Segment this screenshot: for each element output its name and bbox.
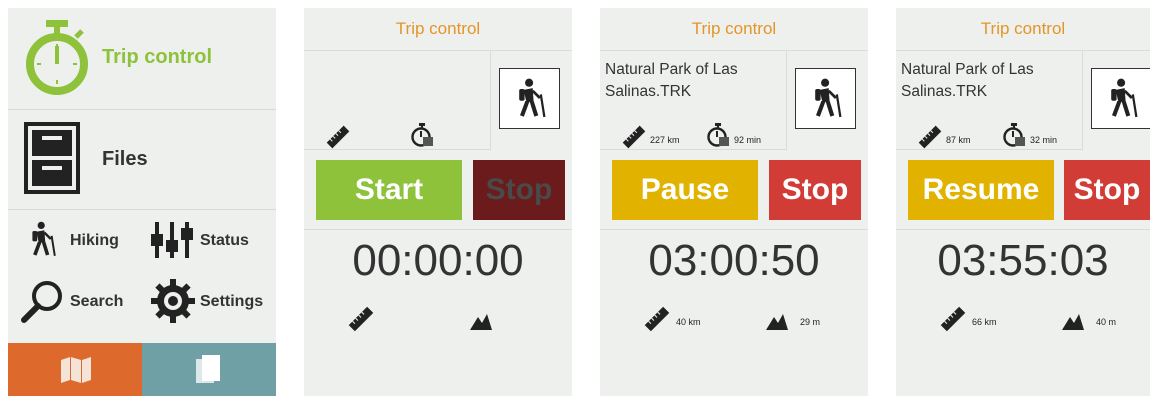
ruler-icon <box>918 125 942 149</box>
start-button[interactable]: Start <box>316 160 462 220</box>
stop-button[interactable]: Stop <box>769 160 861 220</box>
menu-hiking[interactable]: Hiking <box>8 210 142 270</box>
activity-hiking-button[interactable] <box>499 68 560 129</box>
activity-hiking-button[interactable] <box>795 68 856 129</box>
hiker-icon <box>26 221 58 257</box>
track-duration: 92 min <box>734 135 762 145</box>
stop-button[interactable]: Stop <box>1064 160 1150 220</box>
ruler-icon <box>940 306 966 332</box>
hiker-icon <box>1104 77 1140 119</box>
screen-header: Trip control <box>304 8 572 51</box>
trip-distance: 40 km <box>676 317 701 327</box>
screen-header: Trip control <box>600 8 868 51</box>
trip-elevation: 40 m <box>1096 317 1117 327</box>
menu-trip-control-label: Trip control <box>102 46 212 68</box>
elevation-icon <box>1060 308 1086 332</box>
trip-info-box <box>304 51 491 150</box>
map-tab[interactable] <box>8 343 142 396</box>
trip-control-screen-paused: Trip control Natural Park of Las Salinas… <box>896 8 1150 396</box>
ruler-icon <box>326 125 350 149</box>
divider <box>600 229 868 230</box>
menu-files[interactable]: Files <box>8 110 276 210</box>
trip-timer: 03:55:03 <box>937 236 1109 285</box>
trip-elevation: 29 m <box>800 317 821 327</box>
stopwatch-icon <box>410 123 434 147</box>
menu-status[interactable]: Status <box>142 210 276 270</box>
file-cabinet-icon <box>24 122 80 194</box>
menu-hiking-label: Hiking <box>70 232 119 249</box>
elevation-icon <box>468 308 494 332</box>
menu-status-label: Status <box>200 232 249 249</box>
search-icon <box>21 281 62 323</box>
hiker-icon <box>512 77 548 119</box>
stopwatch-icon <box>706 123 730 147</box>
menu-search-label: Search <box>70 293 124 310</box>
track-distance: 87 km <box>946 135 971 145</box>
trip-timer: 00:00:00 <box>352 236 524 285</box>
activity-hiking-button[interactable] <box>1091 68 1150 129</box>
trip-info-box: Natural Park of Las Salinas.TRK 87 km 32… <box>896 51 1083 150</box>
equalizer-icon <box>151 222 193 258</box>
track-name: Natural Park of Las Salinas.TRK <box>901 61 1034 100</box>
track-name: Natural Park of Las Salinas.TRK <box>605 61 738 100</box>
menu-trip-control[interactable]: Trip control <box>8 8 276 110</box>
stop-button-disabled[interactable]: Stop <box>473 160 565 220</box>
pause-button[interactable]: Pause <box>612 160 758 220</box>
menu-settings-label: Settings <box>200 293 264 310</box>
stopwatch-icon <box>1002 123 1026 147</box>
hiker-icon <box>808 77 844 119</box>
menu-search[interactable]: Search <box>8 270 142 330</box>
divider <box>304 229 572 230</box>
trip-control-screen-start: Trip control Start Stop 00:00:00 <box>304 8 572 396</box>
elevation-icon <box>764 308 790 332</box>
main-menu-panel: Trip control Files Hiking Status Search <box>8 8 276 396</box>
trip-control-screen-running: Trip control Natural Park of Las Salinas… <box>600 8 868 396</box>
stopwatch-icon <box>26 20 88 95</box>
resume-button[interactable]: Resume <box>908 160 1054 220</box>
menu-settings[interactable]: Settings <box>142 270 276 330</box>
trip-distance: 66 km <box>972 317 997 327</box>
pages-icon <box>196 355 220 383</box>
pages-tab[interactable] <box>142 343 276 396</box>
track-duration: 32 min <box>1030 135 1058 145</box>
menu-files-label: Files <box>102 148 148 170</box>
map-icon <box>61 357 91 383</box>
trip-info-box: Natural Park of Las Salinas.TRK 227 km 9… <box>600 51 787 150</box>
ruler-icon <box>622 125 646 149</box>
track-distance: 227 km <box>650 135 680 145</box>
gear-icon <box>151 279 195 323</box>
trip-timer: 03:00:50 <box>648 236 820 285</box>
divider <box>896 229 1150 230</box>
ruler-icon <box>348 306 374 332</box>
screen-header: Trip control <box>896 8 1150 51</box>
ruler-icon <box>644 306 670 332</box>
